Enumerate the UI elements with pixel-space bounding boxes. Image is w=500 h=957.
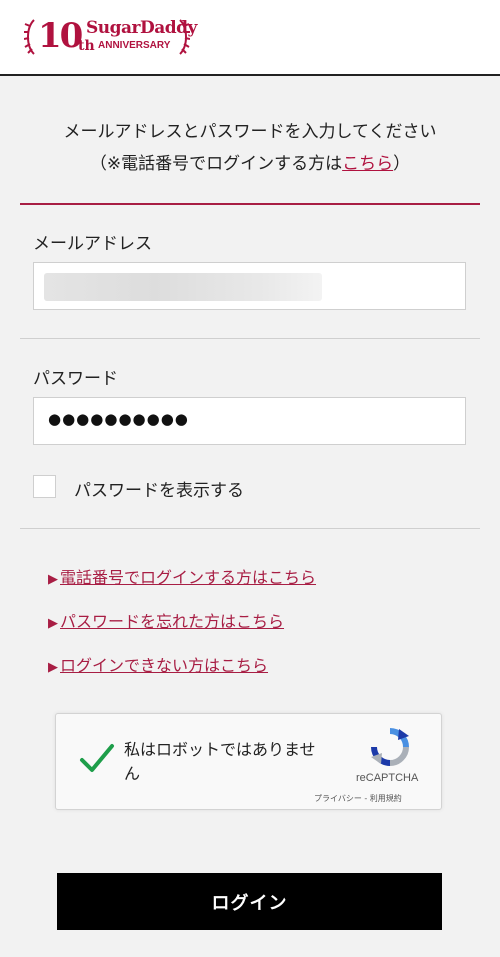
instruction-line-1: メールアドレスとパスワードを入力してください [63, 122, 437, 142]
logo-tagline: ANNIVERSARY [98, 40, 171, 51]
link-label[interactable]: 電話番号でログインする方はこちら [60, 568, 316, 587]
triangle-right-icon: ▶ [48, 660, 58, 675]
password-label: パスワード [33, 369, 118, 389]
forgot-password-link[interactable]: ▶ パスワードを忘れた方はこちら [48, 608, 284, 632]
recaptcha-brand: reCAPTCHA [356, 772, 419, 784]
triangle-right-icon: ▶ [48, 572, 58, 587]
email-label: メールアドレス [33, 234, 152, 254]
show-password-checkbox[interactable] [33, 475, 56, 498]
logo-suffix: th [78, 38, 95, 54]
recaptcha-terms-links[interactable]: プライバシー - 利用規約 [314, 793, 402, 804]
cannot-login-link[interactable]: ▶ ログインできない方はこちら [48, 652, 268, 676]
instruction-line-2: （※電話番号でログインする方はこちら） [0, 148, 500, 180]
section-divider [20, 203, 480, 205]
recaptcha-logo-icon [371, 728, 409, 766]
triangle-right-icon: ▶ [48, 616, 58, 631]
login-button[interactable]: ログイン [57, 873, 442, 930]
email-field[interactable] [33, 262, 466, 310]
phone-login-link[interactable]: ▶ 電話番号でログインする方はこちら [48, 564, 316, 588]
divider [20, 338, 480, 339]
recaptcha-widget[interactable]: 私はロボットではありません reCAPTCHA プライバシー - 利用規約 [55, 713, 442, 810]
checkmark-icon[interactable] [78, 740, 116, 776]
instruction-suffix: ） [393, 154, 411, 174]
show-password-label[interactable]: パスワードを表示する [74, 476, 244, 501]
header: 10 th SugarDaddy ANNIVERSARY [0, 0, 500, 76]
logo-number: 10 [38, 16, 83, 56]
divider [20, 528, 480, 529]
email-value-redacted [44, 273, 322, 301]
instruction-prefix: （※電話番号でログインする方は [89, 154, 343, 174]
phone-login-inline-link[interactable]: こちら [342, 154, 393, 174]
link-label[interactable]: パスワードを忘れた方はこちら [60, 612, 284, 631]
password-field[interactable]: ●●●●●●●●●● [33, 397, 466, 445]
link-label[interactable]: ログインできない方はこちら [60, 656, 268, 675]
login-instructions: メールアドレスとパスワードを入力してください （※電話番号でログインする方はこち… [0, 116, 500, 180]
password-masked-value: ●●●●●●●●●● [48, 410, 189, 428]
sugardaddy-10th-anniversary-logo[interactable]: 10 th SugarDaddy ANNIVERSARY [24, 14, 197, 60]
laurel-left-icon [24, 19, 35, 55]
recaptcha-label: 私はロボットではありません [124, 740, 316, 783]
laurel-right-icon [179, 19, 190, 55]
